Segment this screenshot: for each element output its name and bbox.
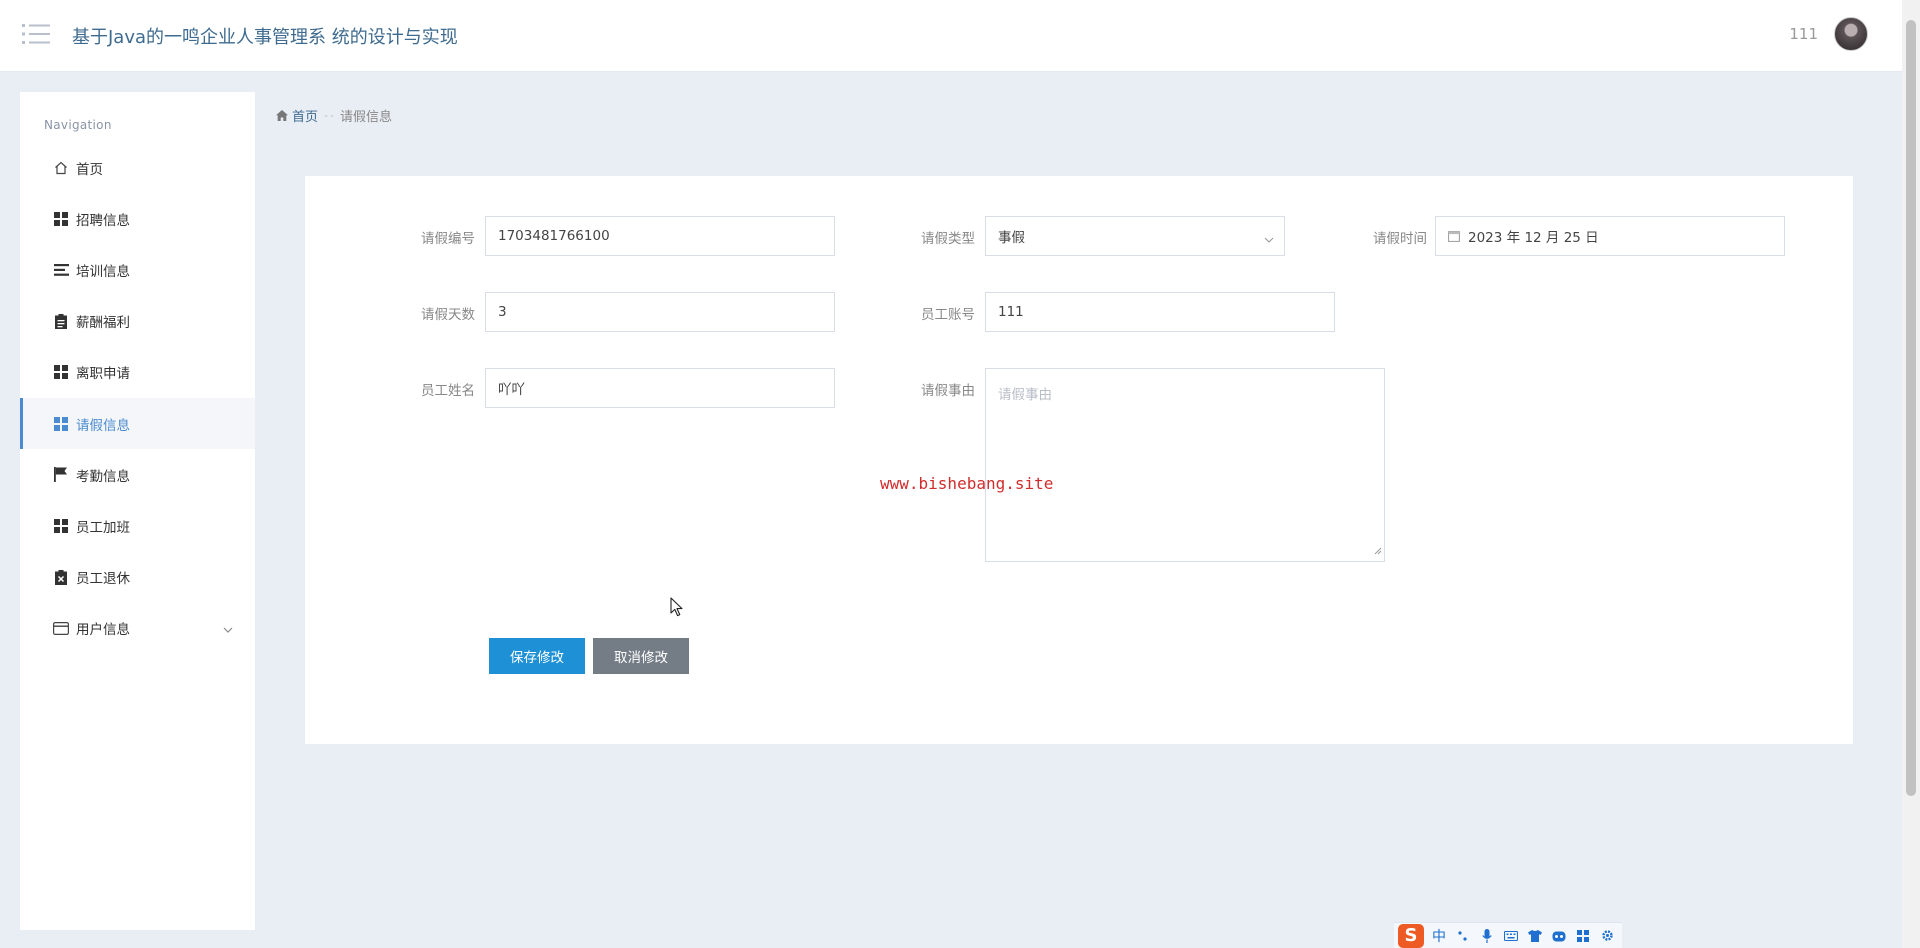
breadcrumb-current: 请假信息: [339, 110, 392, 125]
leave-days-input[interactable]: [498, 293, 834, 331]
leave-time-field[interactable]: 2023 年 12 月 25 日: [1435, 216, 1785, 256]
app-title: 基于Java的一鸣企业人事管理系 统的设计与实现: [72, 27, 458, 48]
keyboard-icon[interactable]: [1502, 927, 1520, 945]
save-button[interactable]: 保存修改: [489, 638, 585, 674]
leave-no-input[interactable]: [498, 217, 834, 255]
breadcrumb-separator: -: [324, 109, 328, 122]
settings-icon[interactable]: [1598, 927, 1616, 945]
microphone-icon[interactable]: [1478, 927, 1496, 945]
menu-toggle-icon[interactable]: [22, 22, 50, 46]
punctuation-icon[interactable]: [1454, 927, 1472, 945]
sidebar-item-label: 离职申请: [76, 366, 130, 383]
sidebar-item-salary[interactable]: 薪酬福利: [20, 296, 255, 347]
sidebar-item-training[interactable]: 培训信息: [20, 244, 255, 295]
resize-grip-icon[interactable]: [1374, 543, 1382, 559]
sidebar-item-label: 首页: [76, 161, 103, 178]
leave-reason-label: 请假事由: [921, 383, 975, 399]
sidebar-item-retirement[interactable]: 员工退休: [20, 552, 255, 603]
calendar-icon: [1448, 230, 1460, 242]
nav-heading: Navigation: [44, 118, 112, 132]
chevron-down-icon: [1264, 231, 1274, 247]
leave-no-field[interactable]: [485, 216, 835, 256]
ime-toolbar: S 中: [1394, 922, 1622, 948]
leave-edit-form: 请假编号 请假类型 事假 请假时间 2023 年 12 月 25 日 请假天数 …: [305, 176, 1853, 744]
sidebar-item-resignation[interactable]: 离职申请: [20, 347, 255, 398]
sidebar-item-attendance[interactable]: 考勤信息: [20, 449, 255, 500]
skin-icon[interactable]: [1526, 927, 1544, 945]
breadcrumb: 首页 - - 请假信息: [276, 106, 392, 125]
page-scrollbar[interactable]: [1902, 0, 1920, 948]
toolbox-icon[interactable]: [1574, 927, 1592, 945]
sidebar-item-label: 薪酬福利: [76, 315, 130, 332]
leave-no-label: 请假编号: [421, 231, 475, 247]
flag-icon: [52, 467, 70, 483]
leave-time-value: 2023 年 12 月 25 日: [1468, 230, 1599, 246]
sidebar: Navigation 首页 招聘信息 培训信息 薪酬福利 离职申请 请假信息 考…: [20, 92, 255, 930]
leave-type-select[interactable]: 事假: [985, 216, 1285, 256]
sidebar-item-recruitment[interactable]: 招聘信息: [20, 193, 255, 244]
sidebar-item-label: 考勤信息: [76, 468, 130, 485]
list-icon: [52, 262, 70, 278]
sidebar-item-label: 员工加班: [76, 519, 130, 536]
clipboard-x-icon: [52, 569, 70, 585]
clipboard-icon: [52, 313, 70, 329]
sidebar-item-user-info[interactable]: 用户信息: [20, 603, 255, 654]
leave-days-field[interactable]: [485, 292, 835, 332]
sidebar-item-leave[interactable]: 请假信息: [20, 397, 255, 450]
id-card-icon: [52, 620, 70, 636]
employee-account-label: 员工账号: [921, 307, 975, 323]
employee-name-field[interactable]: [485, 368, 835, 408]
nav-list: 首页 招聘信息 培训信息 薪酬福利 离职申请 请假信息 考勤信息 员工加班 员工…: [20, 142, 255, 654]
breadcrumb-home-label: 首页: [292, 110, 319, 125]
sidebar-item-label: 培训信息: [76, 263, 130, 280]
home-icon: [52, 160, 70, 176]
leave-reason-textarea[interactable]: [986, 369, 1384, 561]
ime-mode[interactable]: 中: [1430, 927, 1448, 945]
watermark-text: www.bishebang.site: [880, 474, 1054, 493]
employee-account-input[interactable]: [998, 293, 1334, 331]
sidebar-item-overtime[interactable]: 员工加班: [20, 500, 255, 551]
grid-icon: [52, 416, 70, 432]
grid-icon: [52, 518, 70, 534]
leave-type-label: 请假类型: [921, 231, 975, 247]
grid-icon: [52, 364, 70, 380]
sidebar-item-home[interactable]: 首页: [20, 142, 255, 193]
sidebar-item-label: 员工退休: [76, 571, 130, 588]
grid-icon: [52, 211, 70, 227]
employee-account-field[interactable]: [985, 292, 1335, 332]
breadcrumb-home[interactable]: 首页: [276, 106, 318, 125]
leave-type-value: 事假: [998, 230, 1025, 246]
user-name[interactable]: 111: [1789, 25, 1818, 43]
cancel-button[interactable]: 取消修改: [593, 638, 689, 674]
mouse-cursor-icon: [670, 597, 684, 621]
sidebar-item-label: 招聘信息: [76, 212, 130, 229]
scrollbar-thumb[interactable]: [1906, 20, 1916, 796]
leave-reason-field[interactable]: [985, 368, 1385, 562]
home-icon: [276, 110, 288, 121]
ime-logo[interactable]: S: [1398, 923, 1424, 948]
chevron-down-icon: [223, 621, 233, 637]
avatar[interactable]: [1834, 17, 1868, 51]
employee-name-label: 员工姓名: [421, 383, 475, 399]
sidebar-item-label: 用户信息: [76, 622, 130, 639]
leave-time-label: 请假时间: [1373, 231, 1427, 247]
employee-name-input[interactable]: [498, 369, 834, 407]
leave-days-label: 请假天数: [421, 307, 475, 323]
breadcrumb-separator: -: [330, 109, 334, 122]
assistant-icon[interactable]: [1550, 927, 1568, 945]
sidebar-item-label: 请假信息: [76, 417, 130, 434]
top-header: 基于Java的一鸣企业人事管理系 统的设计与实现 111: [0, 0, 1902, 72]
